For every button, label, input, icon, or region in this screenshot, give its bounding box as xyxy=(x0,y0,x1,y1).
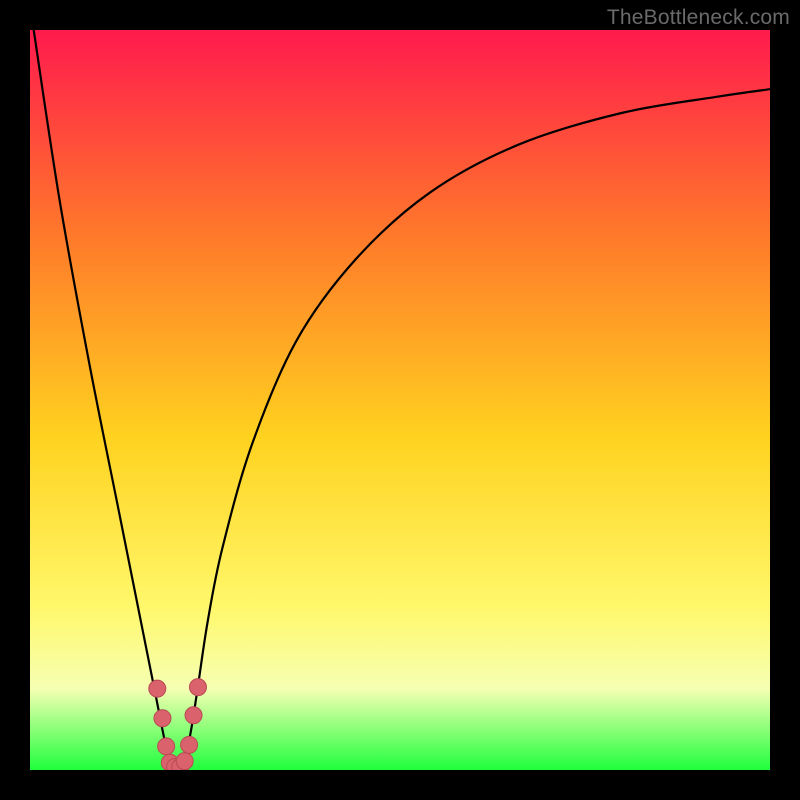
curve-marker xyxy=(189,679,206,696)
curve-marker xyxy=(158,738,175,755)
curve-marker xyxy=(154,710,171,727)
chart-frame: TheBottleneck.com xyxy=(0,0,800,800)
curve-marker xyxy=(149,680,166,697)
curve-marker xyxy=(185,707,202,724)
gradient-background xyxy=(30,30,770,770)
curve-marker xyxy=(176,753,193,770)
curve-marker xyxy=(181,736,198,753)
watermark-text: TheBottleneck.com xyxy=(607,6,790,30)
chart-svg xyxy=(30,30,770,770)
plot-area xyxy=(30,30,770,770)
